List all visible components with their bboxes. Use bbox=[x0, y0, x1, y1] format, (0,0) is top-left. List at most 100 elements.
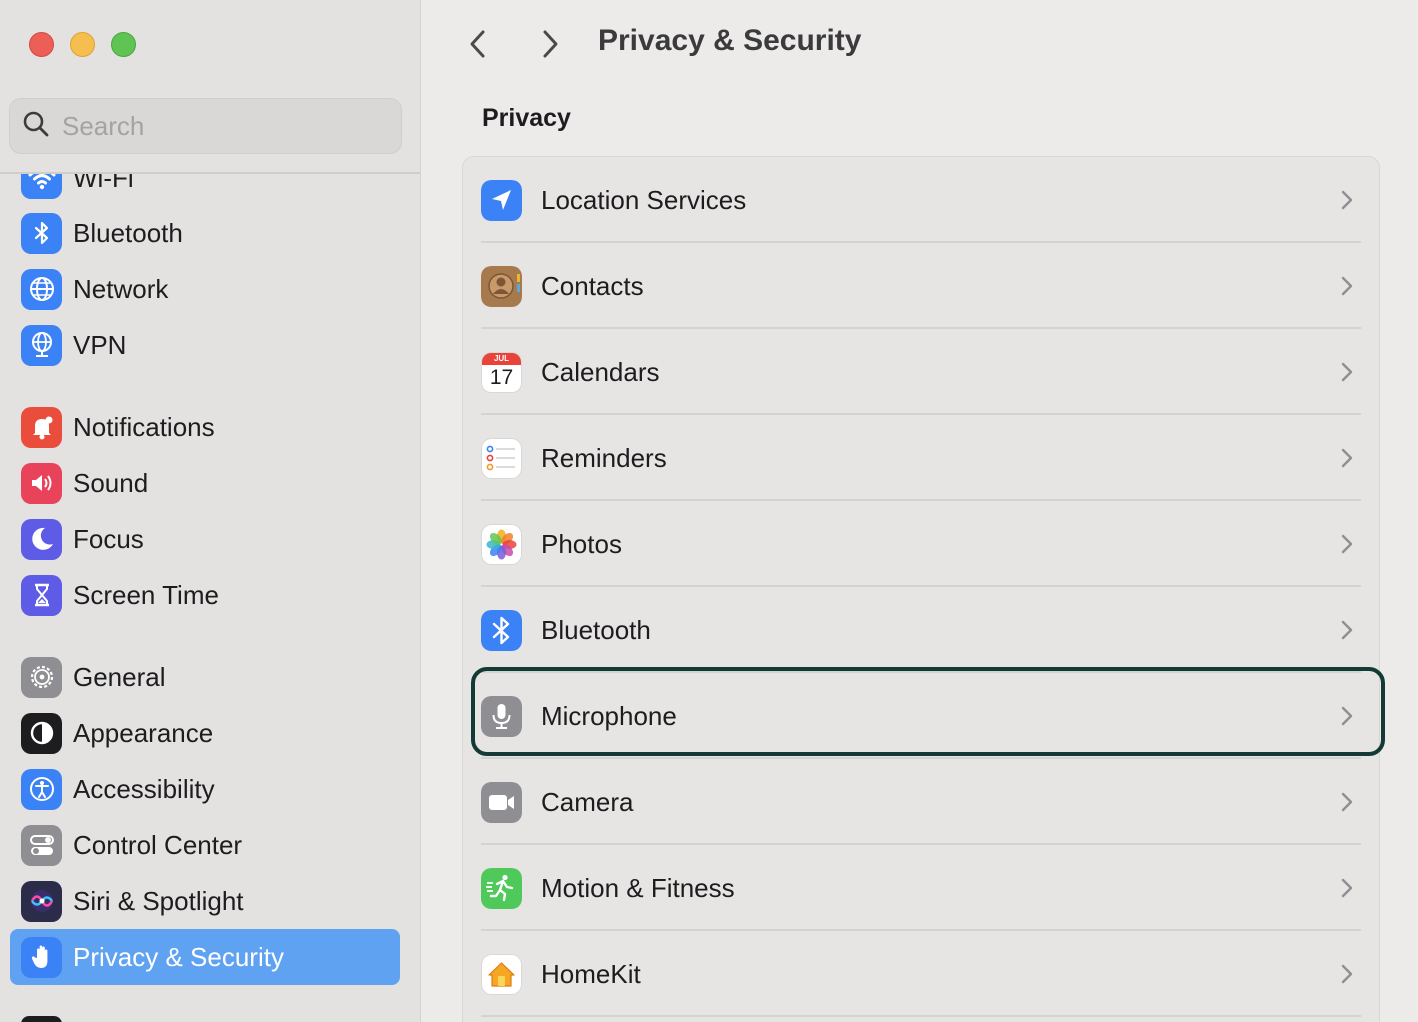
moon-icon bbox=[21, 518, 62, 560]
sidebar-item-wifi[interactable]: Wi-Fi bbox=[10, 174, 400, 206]
row-contacts[interactable]: Contacts bbox=[481, 243, 1361, 329]
chevron-right-icon bbox=[1341, 620, 1353, 640]
photos-icon bbox=[481, 523, 522, 565]
calendar-month: JUL bbox=[482, 352, 521, 365]
search-input[interactable] bbox=[62, 110, 382, 142]
sidebar-item-label: Appearance bbox=[73, 717, 214, 748]
sidebar-item-focus[interactable]: Focus bbox=[10, 511, 400, 567]
sidebar-item-accessibility[interactable]: Accessibility bbox=[10, 761, 400, 817]
row-homekit[interactable]: HomeKit bbox=[481, 931, 1361, 1017]
row-camera[interactable]: Camera bbox=[481, 759, 1361, 845]
row-label: Location Services bbox=[541, 184, 747, 215]
sidebar-item-label: Focus bbox=[73, 523, 144, 554]
home-icon bbox=[481, 953, 522, 995]
forward-chevron-icon bbox=[543, 30, 558, 58]
chevron-right-icon bbox=[1341, 792, 1353, 812]
siri-icon bbox=[21, 880, 62, 922]
forward-button[interactable] bbox=[530, 24, 570, 64]
globe-icon bbox=[21, 268, 62, 310]
sidebar-item-appearance[interactable]: Appearance bbox=[10, 705, 400, 761]
chevron-right-icon bbox=[1341, 706, 1353, 726]
row-label: Photos bbox=[541, 528, 622, 559]
search-icon bbox=[22, 110, 50, 143]
microphone-icon bbox=[481, 695, 522, 737]
sidebar-item-siri-spotlight[interactable]: Siri & Spotlight bbox=[10, 873, 400, 929]
vpn-globe-icon bbox=[21, 324, 62, 366]
sidebar-item-vpn[interactable]: VPN bbox=[10, 317, 400, 373]
bluetooth-icon bbox=[481, 609, 522, 651]
maximize-button[interactable] bbox=[111, 32, 136, 57]
sidebar-item-label: Bluetooth bbox=[73, 217, 183, 248]
row-label: Motion & Fitness bbox=[541, 872, 735, 903]
sidebar-item-label: Wi-Fi bbox=[73, 174, 134, 193]
row-label: Calendars bbox=[541, 356, 660, 387]
running-icon bbox=[481, 867, 522, 909]
row-bluetooth[interactable]: Bluetooth bbox=[481, 587, 1361, 673]
sidebar-item-label: Control Center bbox=[73, 829, 243, 860]
toggles-icon bbox=[21, 824, 62, 866]
back-chevron-icon bbox=[470, 30, 485, 58]
row-calendars[interactable]: JUL 17 Calendars bbox=[481, 329, 1361, 415]
hourglass-icon bbox=[21, 574, 62, 616]
sidebar-item-label: General bbox=[73, 661, 166, 692]
sidebar-item-label: Network bbox=[73, 273, 169, 304]
hand-icon bbox=[21, 936, 62, 978]
minimize-button[interactable] bbox=[70, 32, 95, 57]
row-reminders[interactable]: Reminders bbox=[481, 415, 1361, 501]
sidebar-item-bluetooth[interactable]: Bluetooth bbox=[10, 205, 400, 261]
sidebar-item-sound[interactable]: Sound bbox=[10, 455, 400, 511]
chevron-right-icon bbox=[1341, 448, 1353, 468]
chevron-right-icon bbox=[1341, 878, 1353, 898]
sidebar-item-label: Privacy & Security bbox=[73, 941, 284, 972]
sidebar-item-privacy-security[interactable]: Privacy & Security bbox=[10, 929, 400, 985]
main-content: Privacy & Security Privacy Location Serv… bbox=[422, 0, 1418, 1022]
row-label: Camera bbox=[541, 786, 634, 817]
reminders-icon bbox=[481, 437, 522, 479]
contacts-icon bbox=[481, 265, 522, 307]
chevron-right-icon bbox=[1341, 276, 1353, 296]
row-photos[interactable]: Photos bbox=[481, 501, 1361, 587]
chevron-right-icon bbox=[1341, 964, 1353, 984]
chevron-right-icon bbox=[1341, 190, 1353, 210]
sidebar-item-general[interactable]: General bbox=[10, 649, 400, 705]
chevron-right-icon bbox=[1341, 534, 1353, 554]
bluetooth-icon bbox=[21, 212, 62, 254]
row-divider bbox=[481, 1015, 1361, 1017]
sidebar-item-screen-time[interactable]: Screen Time bbox=[10, 567, 400, 623]
search-field[interactable] bbox=[9, 98, 402, 154]
sidebar-item-network[interactable]: Network bbox=[10, 261, 400, 317]
page-title: Privacy & Security bbox=[598, 24, 862, 57]
privacy-list: Location Services Contacts JUL 17 Calend… bbox=[462, 156, 1380, 1022]
accessibility-icon bbox=[21, 768, 62, 810]
appearance-icon bbox=[21, 712, 62, 754]
speaker-icon bbox=[21, 462, 62, 504]
row-label: Reminders bbox=[541, 442, 667, 473]
row-label: Contacts bbox=[541, 270, 644, 301]
calendar-day: 17 bbox=[489, 365, 514, 389]
row-location-services[interactable]: Location Services bbox=[481, 157, 1361, 243]
close-button[interactable] bbox=[29, 32, 54, 57]
calendar-icon: JUL 17 bbox=[481, 351, 522, 393]
sidebar-item-label: Notifications bbox=[73, 411, 215, 442]
chevron-right-icon bbox=[1341, 362, 1353, 382]
sidebar-item-next-partial bbox=[21, 1016, 62, 1022]
section-title: Privacy bbox=[482, 104, 571, 132]
location-arrow-icon bbox=[481, 179, 522, 221]
sidebar-item-label: Siri & Spotlight bbox=[73, 885, 244, 916]
back-button[interactable] bbox=[458, 24, 498, 64]
row-label: Bluetooth bbox=[541, 614, 651, 645]
sidebar-item-label: Sound bbox=[73, 467, 149, 498]
bell-icon bbox=[21, 406, 62, 448]
gear-icon bbox=[21, 656, 62, 698]
sidebar-item-label: Accessibility bbox=[73, 773, 215, 804]
row-microphone[interactable]: Microphone bbox=[481, 673, 1361, 759]
sidebar-item-control-center[interactable]: Control Center bbox=[10, 817, 400, 873]
sidebar-item-label: Screen Time bbox=[73, 579, 219, 610]
wifi-icon bbox=[21, 174, 62, 199]
row-label: Microphone bbox=[541, 700, 677, 731]
sidebar-item-notifications[interactable]: Notifications bbox=[10, 399, 400, 455]
sidebar: Wi-Fi Bluetooth Network VPN Notification bbox=[0, 0, 421, 1022]
camera-icon bbox=[481, 781, 522, 823]
row-motion-fitness[interactable]: Motion & Fitness bbox=[481, 845, 1361, 931]
sidebar-item-label: VPN bbox=[73, 329, 127, 360]
